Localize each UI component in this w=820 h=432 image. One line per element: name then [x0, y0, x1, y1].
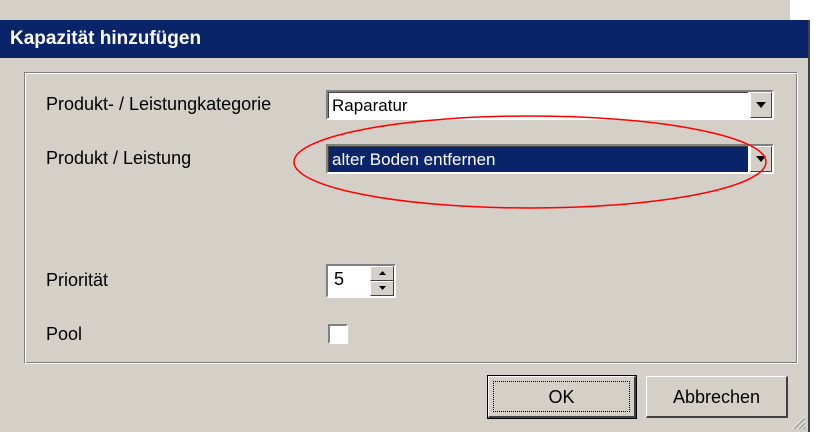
category-label: Produkt- / Leistungkategorie — [46, 94, 272, 114]
dialog-title[interactable]: Kapazität hinzufügen — [0, 20, 808, 58]
priority-label: Priorität — [46, 270, 109, 290]
focus-rectangle — [493, 381, 630, 412]
priority-stepper[interactable]: 5 — [326, 264, 396, 298]
pool-checkbox[interactable] — [328, 324, 348, 344]
product-label: Produkt / Leistung — [46, 148, 192, 168]
priority-value[interactable]: 5 — [334, 269, 344, 290]
ok-button[interactable]: OK — [487, 375, 637, 419]
priority-down-button[interactable] — [370, 281, 394, 296]
add-capacity-dialog: Kapazität hinzufügen Produkt- / Leistung… — [0, 20, 810, 432]
cancel-button[interactable]: Abbrechen — [646, 376, 788, 418]
pool-label: Pool — [46, 324, 83, 344]
arrow-up-icon — [379, 271, 386, 275]
arrow-down-icon — [379, 286, 386, 290]
priority-up-button[interactable] — [370, 266, 394, 281]
resize-grip-icon[interactable] — [790, 414, 806, 430]
cancel-button-label: Abbrechen — [672, 387, 761, 407]
chevron-down-icon — [756, 102, 766, 108]
annotation-ellipse — [293, 115, 767, 209]
